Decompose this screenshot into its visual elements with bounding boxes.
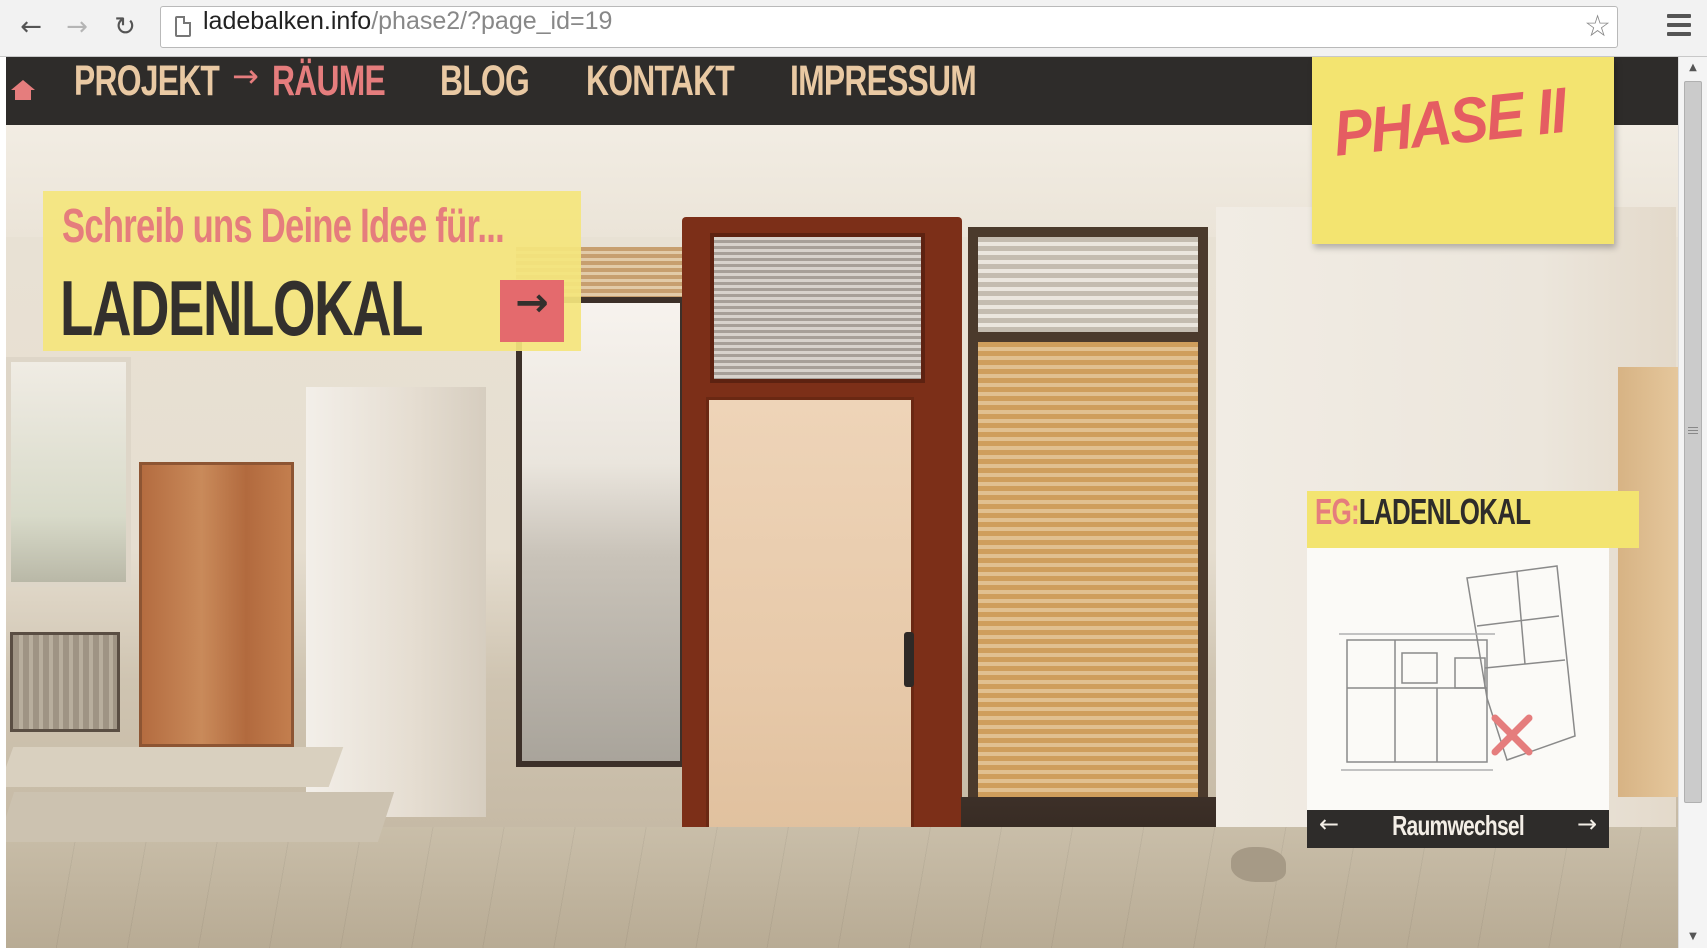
scrollbar-thumb[interactable]: [1684, 81, 1702, 803]
plan-title: EG:LADENLOKAL: [1315, 491, 1531, 533]
idea-submit-button[interactable]: →: [500, 280, 564, 342]
active-arrow-icon: →: [232, 57, 259, 95]
floor-plan-panel: EG:LADENLOKAL ← Raumwechsel →: [1307, 491, 1639, 848]
nav-item-blog[interactable]: BLOG: [440, 57, 530, 125]
hamburger-menu-icon[interactable]: [1667, 10, 1691, 40]
reload-icon: ↻: [114, 12, 136, 42]
star-icon[interactable]: ☆: [1584, 9, 1611, 45]
plan-room-name: LADENLOKAL: [1358, 491, 1531, 532]
floor-plan-map[interactable]: [1307, 548, 1609, 810]
nav-item-kontakt[interactable]: KONTAKT: [586, 57, 735, 125]
url-path: /phase2/?page_id=19: [371, 7, 613, 35]
logo-text: PHASE II: [1330, 73, 1569, 170]
scroll-up-icon[interactable]: ▲: [1686, 61, 1700, 75]
arrow-right-icon: →: [515, 280, 549, 326]
scroll-down-icon[interactable]: ▼: [1686, 930, 1700, 944]
idea-prompt-box: Schreib uns Deine Idee für... LADENLOKAL…: [43, 191, 581, 352]
address-bar[interactable]: ladebalken.info/phase2/?page_id=19 ☆: [160, 6, 1618, 48]
url-text[interactable]: ladebalken.info/phase2/?page_id=19: [203, 7, 612, 36]
arrow-right-icon: →: [1576, 810, 1598, 838]
grip-icon: [1688, 427, 1698, 436]
browser-toolbar: ← → ↻ ladebalken.info/phase2/?page_id=19…: [0, 0, 1707, 57]
back-button[interactable]: ←: [14, 8, 48, 46]
idea-prompt-text: Schreib uns Deine Idee für...: [62, 200, 505, 253]
url-host: ladebalken.info: [203, 7, 372, 35]
page-icon: [175, 16, 191, 37]
nav-item-raeume[interactable]: RÄUME: [272, 57, 386, 125]
arrow-right-icon: →: [66, 12, 88, 42]
room-switch-label: Raumwechsel: [1392, 810, 1525, 841]
nav-item-impressum[interactable]: IMPRESSUM: [790, 57, 977, 125]
x-marker-icon: [1491, 714, 1533, 756]
nav-item-projekt[interactable]: PROJEKT: [74, 57, 220, 125]
arrow-left-icon: ←: [20, 12, 42, 42]
reload-button[interactable]: ↻: [108, 8, 142, 46]
plan-header: EG:LADENLOKAL: [1307, 491, 1639, 548]
page-viewport: PROJEKT → RÄUME BLOG KONTAKT IMPRESSUM P…: [6, 57, 1678, 948]
room-switcher: ← Raumwechsel →: [1307, 810, 1609, 848]
floor-code: EG:: [1315, 491, 1360, 532]
next-room-button[interactable]: →: [1567, 810, 1607, 848]
home-icon[interactable]: [10, 79, 36, 101]
forward-button[interactable]: →: [60, 8, 94, 46]
prev-room-button[interactable]: ←: [1309, 810, 1349, 848]
arrow-left-icon: ←: [1318, 810, 1340, 838]
site-logo[interactable]: PHASE II: [1312, 57, 1614, 244]
vertical-scrollbar[interactable]: ▲ ▼: [1678, 57, 1707, 948]
idea-room-name: LADENLOKAL: [60, 264, 423, 352]
